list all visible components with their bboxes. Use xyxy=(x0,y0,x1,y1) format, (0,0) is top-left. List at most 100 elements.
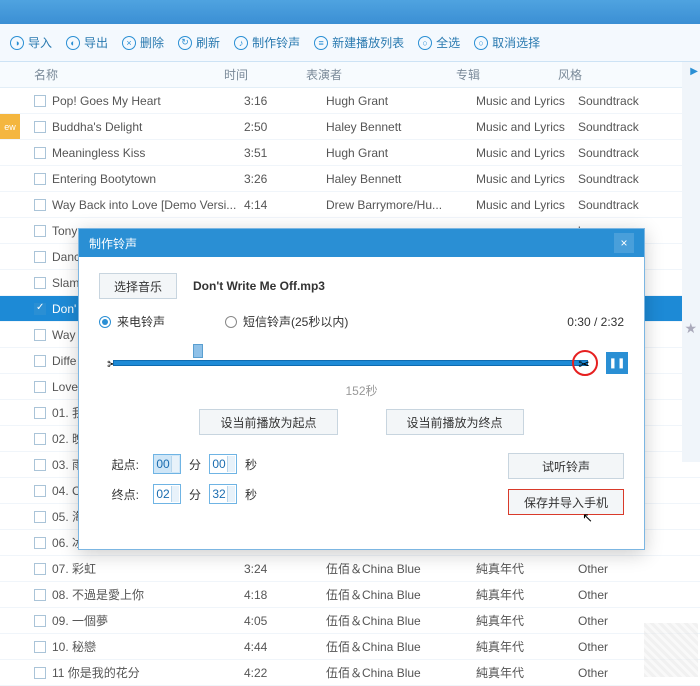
slider-track[interactable] xyxy=(113,360,588,366)
select-all-label: 全选 xyxy=(436,34,460,51)
row-checkbox[interactable] xyxy=(34,199,46,211)
row-checkbox[interactable] xyxy=(34,303,46,315)
col-name[interactable]: 名称 xyxy=(0,66,224,83)
row-checkbox[interactable] xyxy=(34,459,46,471)
end-label: 终点: xyxy=(99,486,139,503)
row-checkbox[interactable] xyxy=(34,563,46,575)
new-playlist-button[interactable]: ≡新建播放列表 xyxy=(314,34,404,51)
col-time[interactable]: 时间 xyxy=(224,66,306,83)
table-row[interactable]: 10. 秘戀 4:44 伍佰＆China Blue 純真年代 Other xyxy=(0,634,700,660)
row-checkbox[interactable] xyxy=(34,537,46,549)
row-checkbox[interactable] xyxy=(34,433,46,445)
preview-button[interactable]: 试听铃声 xyxy=(508,453,624,479)
row-name: 07. 彩虹 xyxy=(52,560,244,577)
col-artist[interactable]: 表演者 xyxy=(306,66,456,83)
row-album: Music and Lyrics xyxy=(476,120,578,134)
row-name: Pop! Goes My Heart xyxy=(52,94,244,108)
table-row[interactable]: Buddha's Delight 2:50 Haley Bennett Musi… xyxy=(0,114,700,140)
row-checkbox[interactable] xyxy=(34,589,46,601)
row-checkbox[interactable] xyxy=(34,251,46,263)
refresh-icon: ↻ xyxy=(178,36,192,50)
row-time: 3:24 xyxy=(244,562,326,576)
radio-incoming[interactable]: 来电铃声 xyxy=(99,313,165,330)
row-album: Music and Lyrics xyxy=(476,94,578,108)
deselect-button[interactable]: ○取消选择 xyxy=(474,34,540,51)
save-import-button[interactable]: 保存并导入手机↖ xyxy=(508,489,624,515)
second-label-2: 秒 xyxy=(245,486,257,503)
minute-label-2: 分 xyxy=(189,486,201,503)
scrollbar[interactable] xyxy=(682,62,700,462)
radio-on-icon xyxy=(99,316,111,328)
radio-incoming-label: 来电铃声 xyxy=(117,313,165,330)
table-row[interactable]: Way Back into Love [Demo Versi... 4:14 D… xyxy=(0,192,700,218)
row-genre: Soundtrack xyxy=(578,146,668,160)
set-start-button[interactable]: 设当前播放为起点 xyxy=(199,409,337,435)
cursor-icon: ↖ xyxy=(582,510,593,526)
row-checkbox[interactable] xyxy=(34,95,46,107)
row-artist: Haley Bennett xyxy=(326,172,476,186)
row-checkbox[interactable] xyxy=(34,615,46,627)
row-checkbox[interactable] xyxy=(34,511,46,523)
refresh-button[interactable]: ↻ 刷新 xyxy=(178,34,220,51)
row-checkbox[interactable] xyxy=(34,121,46,133)
dialog-title: 制作铃声 xyxy=(89,235,137,252)
col-genre[interactable]: 风格 xyxy=(558,66,648,83)
row-checkbox[interactable] xyxy=(34,641,46,653)
selected-filename: Don't Write Me Off.mp3 xyxy=(193,279,325,293)
row-checkbox[interactable] xyxy=(34,407,46,419)
table-row[interactable]: 09. 一個夢 4:05 伍佰＆China Blue 純真年代 Other xyxy=(0,608,700,634)
row-time: 2:50 xyxy=(244,120,326,134)
table-row[interactable]: Pop! Goes My Heart 3:16 Hugh Grant Music… xyxy=(0,88,700,114)
pause-button[interactable]: ❚❚ xyxy=(606,352,628,374)
row-checkbox[interactable] xyxy=(34,225,46,237)
delete-button[interactable]: ×删除 xyxy=(122,34,164,51)
make-ringtone-button[interactable]: ♪制作铃声 xyxy=(234,34,300,51)
row-time: 3:51 xyxy=(244,146,326,160)
table-row[interactable]: 07. 彩虹 3:24 伍佰＆China Blue 純真年代 Other xyxy=(0,556,700,582)
import-button[interactable]: ◑ 导入 xyxy=(10,34,52,51)
select-all-button[interactable]: ○全选 xyxy=(418,34,460,51)
row-checkbox[interactable] xyxy=(34,381,46,393)
star-icon[interactable]: ★ xyxy=(684,320,697,337)
row-checkbox[interactable] xyxy=(34,277,46,289)
set-end-button[interactable]: 设当前播放为终点 xyxy=(386,409,524,435)
row-checkbox[interactable] xyxy=(34,173,46,185)
new-playlist-label: 新建播放列表 xyxy=(332,34,404,51)
deselect-label: 取消选择 xyxy=(492,34,540,51)
table-row[interactable]: 08. 不過是愛上你 4:18 伍佰＆China Blue 純真年代 Other xyxy=(0,582,700,608)
row-artist: Drew Barrymore/Hu... xyxy=(326,198,476,212)
export-label: 导出 xyxy=(84,34,108,51)
export-button[interactable]: ◐导出 xyxy=(66,34,108,51)
start-min-stepper[interactable]: 00▲▼ xyxy=(153,454,181,474)
end-sec-stepper[interactable]: 32▲▼ xyxy=(209,484,237,504)
refresh-label: 刷新 xyxy=(196,34,220,51)
dialog-titlebar: 制作铃声 × xyxy=(79,229,644,257)
close-icon[interactable]: × xyxy=(614,233,634,253)
trim-slider[interactable]: ✂ ✂ ❚❚ xyxy=(99,344,624,384)
row-time: 3:16 xyxy=(244,94,326,108)
row-checkbox[interactable] xyxy=(34,147,46,159)
radio-sms[interactable]: 短信铃声(25秒以内) xyxy=(225,313,348,330)
import-icon: ◑ xyxy=(10,36,24,50)
table-row[interactable]: 11 你是我的花分 4:22 伍佰＆China Blue 純真年代 Other xyxy=(0,660,700,686)
highlight-ring xyxy=(572,350,598,376)
row-album: Music and Lyrics xyxy=(476,146,578,160)
ringtone-icon: ♪ xyxy=(234,36,248,50)
col-album[interactable]: 专辑 xyxy=(456,66,558,83)
delete-icon: × xyxy=(122,36,136,50)
end-min-stepper[interactable]: 02▲▼ xyxy=(153,484,181,504)
row-artist: Hugh Grant xyxy=(326,94,476,108)
row-checkbox[interactable] xyxy=(34,355,46,367)
slider-playhead[interactable] xyxy=(193,344,203,358)
select-music-button[interactable]: 选择音乐 xyxy=(99,273,177,299)
row-checkbox[interactable] xyxy=(34,485,46,497)
table-row[interactable]: Meaningless Kiss 3:51 Hugh Grant Music a… xyxy=(0,140,700,166)
row-checkbox[interactable] xyxy=(34,329,46,341)
row-album: 純真年代 xyxy=(476,560,578,577)
import-label: 导入 xyxy=(28,34,52,51)
second-label: 秒 xyxy=(245,456,257,473)
row-time: 3:26 xyxy=(244,172,326,186)
table-row[interactable]: Entering Bootytown 3:26 Haley Bennett Mu… xyxy=(0,166,700,192)
start-sec-stepper[interactable]: 00▲▼ xyxy=(209,454,237,474)
row-checkbox[interactable] xyxy=(34,667,46,679)
